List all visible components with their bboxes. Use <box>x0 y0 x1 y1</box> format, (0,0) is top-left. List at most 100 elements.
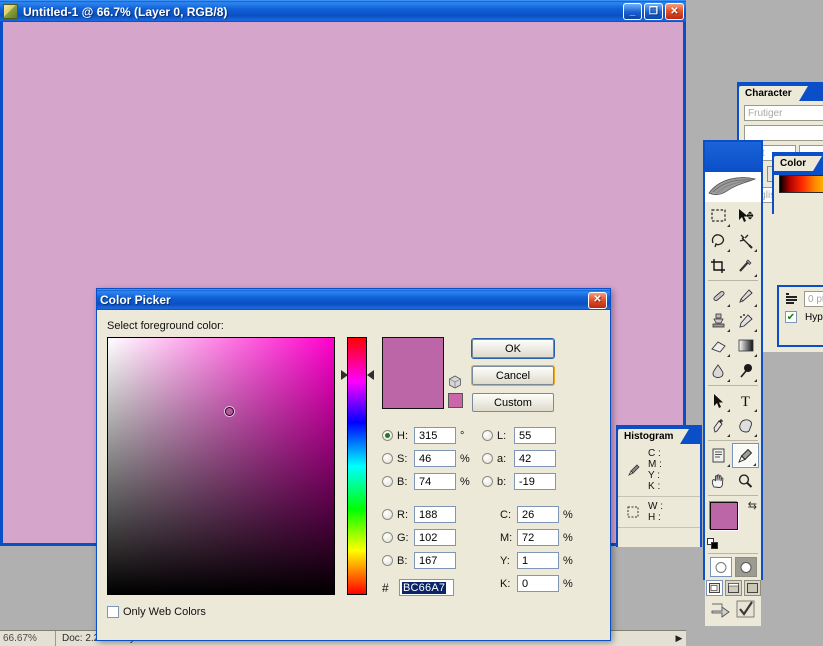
web-safe-cube-icon[interactable] <box>448 375 462 389</box>
radio-blue[interactable] <box>382 555 393 566</box>
dodge-tool-button[interactable] <box>732 358 759 383</box>
input-lab-l[interactable]: 55 <box>514 427 556 444</box>
input-magenta[interactable]: 72 <box>517 529 559 546</box>
screen-mode-standard-button[interactable] <box>706 580 723 596</box>
input-yellow[interactable]: 1 <box>517 552 559 569</box>
gradient-tool-button[interactable] <box>732 333 759 358</box>
row-r-c: R: 188 C: 26 % <box>382 503 600 526</box>
color-picker-titlebar[interactable]: Color Picker ✕ <box>97 289 610 310</box>
color-spectrum-ramp[interactable] <box>779 175 823 193</box>
saturation-brightness-field[interactable] <box>107 337 335 595</box>
shape-tool-button[interactable] <box>732 413 759 438</box>
label-magenta: M: <box>500 532 517 544</box>
hue-slider-right-arrow-icon[interactable] <box>367 370 374 380</box>
tool-separator-3 <box>708 440 758 441</box>
zoom-tool-button[interactable] <box>732 468 759 493</box>
crop-tool-button[interactable] <box>705 253 732 278</box>
close-button[interactable]: ✕ <box>665 3 684 20</box>
minimize-button[interactable]: _ <box>623 3 642 20</box>
ok-button[interactable]: OK <box>472 339 554 358</box>
radio-red[interactable] <box>382 509 393 520</box>
input-red[interactable]: 188 <box>414 506 456 523</box>
hsb-s-group: S: 46 % <box>382 450 482 467</box>
tool-grid: T <box>705 202 761 626</box>
input-cyan[interactable]: 26 <box>517 506 559 523</box>
brush-tool-button[interactable] <box>732 283 759 308</box>
input-brightness[interactable]: 74 <box>414 473 456 490</box>
radio-lab-a[interactable] <box>482 453 493 464</box>
hyphenate-checkbox[interactable]: ✔ <box>785 311 797 323</box>
info-label-w: W : <box>648 501 663 512</box>
radio-saturation[interactable] <box>382 453 393 464</box>
eyedropper-tool-button[interactable] <box>732 443 759 468</box>
clone-stamp-tool-button[interactable] <box>705 308 732 333</box>
input-lab-a[interactable]: 42 <box>514 450 556 467</box>
radio-green[interactable] <box>382 532 393 543</box>
indent-value-field[interactable]: 0 pt <box>804 291 823 307</box>
healing-brush-tool-button[interactable] <box>705 283 732 308</box>
custom-button[interactable]: Custom <box>472 393 554 412</box>
tool-row-11 <box>705 468 761 493</box>
swap-colors-icon[interactable]: ⇆ <box>748 499 757 512</box>
toolbox-drag-handle[interactable] <box>705 142 761 172</box>
input-black[interactable]: 0 <box>517 575 559 592</box>
radio-brightness[interactable] <box>382 476 393 487</box>
magic-wand-tool-button[interactable] <box>732 228 759 253</box>
hand-tool-button[interactable] <box>705 468 732 493</box>
lasso-tool-button[interactable] <box>705 228 732 253</box>
font-style-field[interactable] <box>744 125 823 141</box>
notes-tool-button[interactable] <box>705 443 732 468</box>
tool-separator-2 <box>708 385 758 386</box>
slice-tool-button[interactable] <box>732 253 759 278</box>
document-titlebar[interactable]: Untitled-1 @ 66.7% (Layer 0, RGB/8) _ ❐ … <box>0 0 686 22</box>
color-picker-instruction: Select foreground color: <box>107 320 600 332</box>
input-blue[interactable]: 167 <box>414 552 456 569</box>
jump-to-imageready-button[interactable] <box>710 600 732 621</box>
quickmask-mode-button[interactable] <box>735 557 757 577</box>
cancel-button[interactable]: Cancel <box>472 366 554 385</box>
status-expand-arrow[interactable]: ▶ <box>672 633 686 644</box>
screen-mode-fullscreen-menubar-button[interactable] <box>725 580 742 596</box>
default-colors-icon[interactable] <box>707 538 718 549</box>
label-blue: B: <box>397 555 414 567</box>
paragraph-panel-body: 0 pt ✔ Hyphenate <box>779 287 823 345</box>
hue-slider-left-arrow-icon[interactable] <box>341 370 348 380</box>
color-field-cursor[interactable] <box>225 407 234 416</box>
maximize-button[interactable]: ❐ <box>644 3 663 20</box>
zoom-level[interactable]: 66.67% <box>0 631 56 646</box>
input-green[interactable]: 102 <box>414 529 456 546</box>
only-web-colors-row[interactable]: Only Web Colors <box>107 606 600 618</box>
close-icon: ✕ <box>670 7 678 17</box>
type-tool-button[interactable]: T <box>732 388 759 413</box>
hue-slider[interactable] <box>347 337 367 595</box>
foreground-color-swatch[interactable] <box>710 502 738 530</box>
marquee-tool-button[interactable] <box>705 203 732 228</box>
screen-mode-fullscreen-button[interactable] <box>744 580 761 596</box>
radio-lab-b[interactable] <box>482 476 493 487</box>
color-picker-close-button[interactable]: ✕ <box>588 292 607 309</box>
tab-color[interactable]: Color <box>774 156 813 171</box>
lasso-submenu-arrow-icon <box>727 249 730 252</box>
move-tool-button[interactable] <box>732 203 759 228</box>
input-saturation[interactable]: 46 <box>414 450 456 467</box>
font-family-field[interactable]: Frutiger <box>744 105 823 121</box>
edit-in-imageready-button[interactable] <box>736 600 756 621</box>
info-label-c: C : <box>648 448 662 459</box>
input-hue[interactable]: 315 <box>414 427 456 444</box>
eraser-tool-button[interactable] <box>705 333 732 358</box>
only-web-colors-checkbox[interactable] <box>107 606 119 618</box>
lab-a-group: a: 42 <box>482 450 582 467</box>
input-lab-b[interactable]: -19 <box>514 473 556 490</box>
input-hex[interactable]: BC66A7 <box>399 579 454 596</box>
path-selection-tool-button[interactable] <box>705 388 732 413</box>
radio-lab-l[interactable] <box>482 430 493 441</box>
blur-tool-button[interactable] <box>705 358 732 383</box>
tab-histogram[interactable]: Histogram <box>618 429 680 444</box>
standard-mode-button[interactable] <box>710 557 732 577</box>
history-brush-tool-button[interactable] <box>732 308 759 333</box>
tab-character[interactable]: Character <box>739 86 799 101</box>
pen-tool-button[interactable] <box>705 413 732 438</box>
cmyk-c-group: C: 26 % <box>482 506 600 523</box>
web-safe-color-swatch[interactable] <box>448 393 463 408</box>
radio-hue[interactable] <box>382 430 393 441</box>
